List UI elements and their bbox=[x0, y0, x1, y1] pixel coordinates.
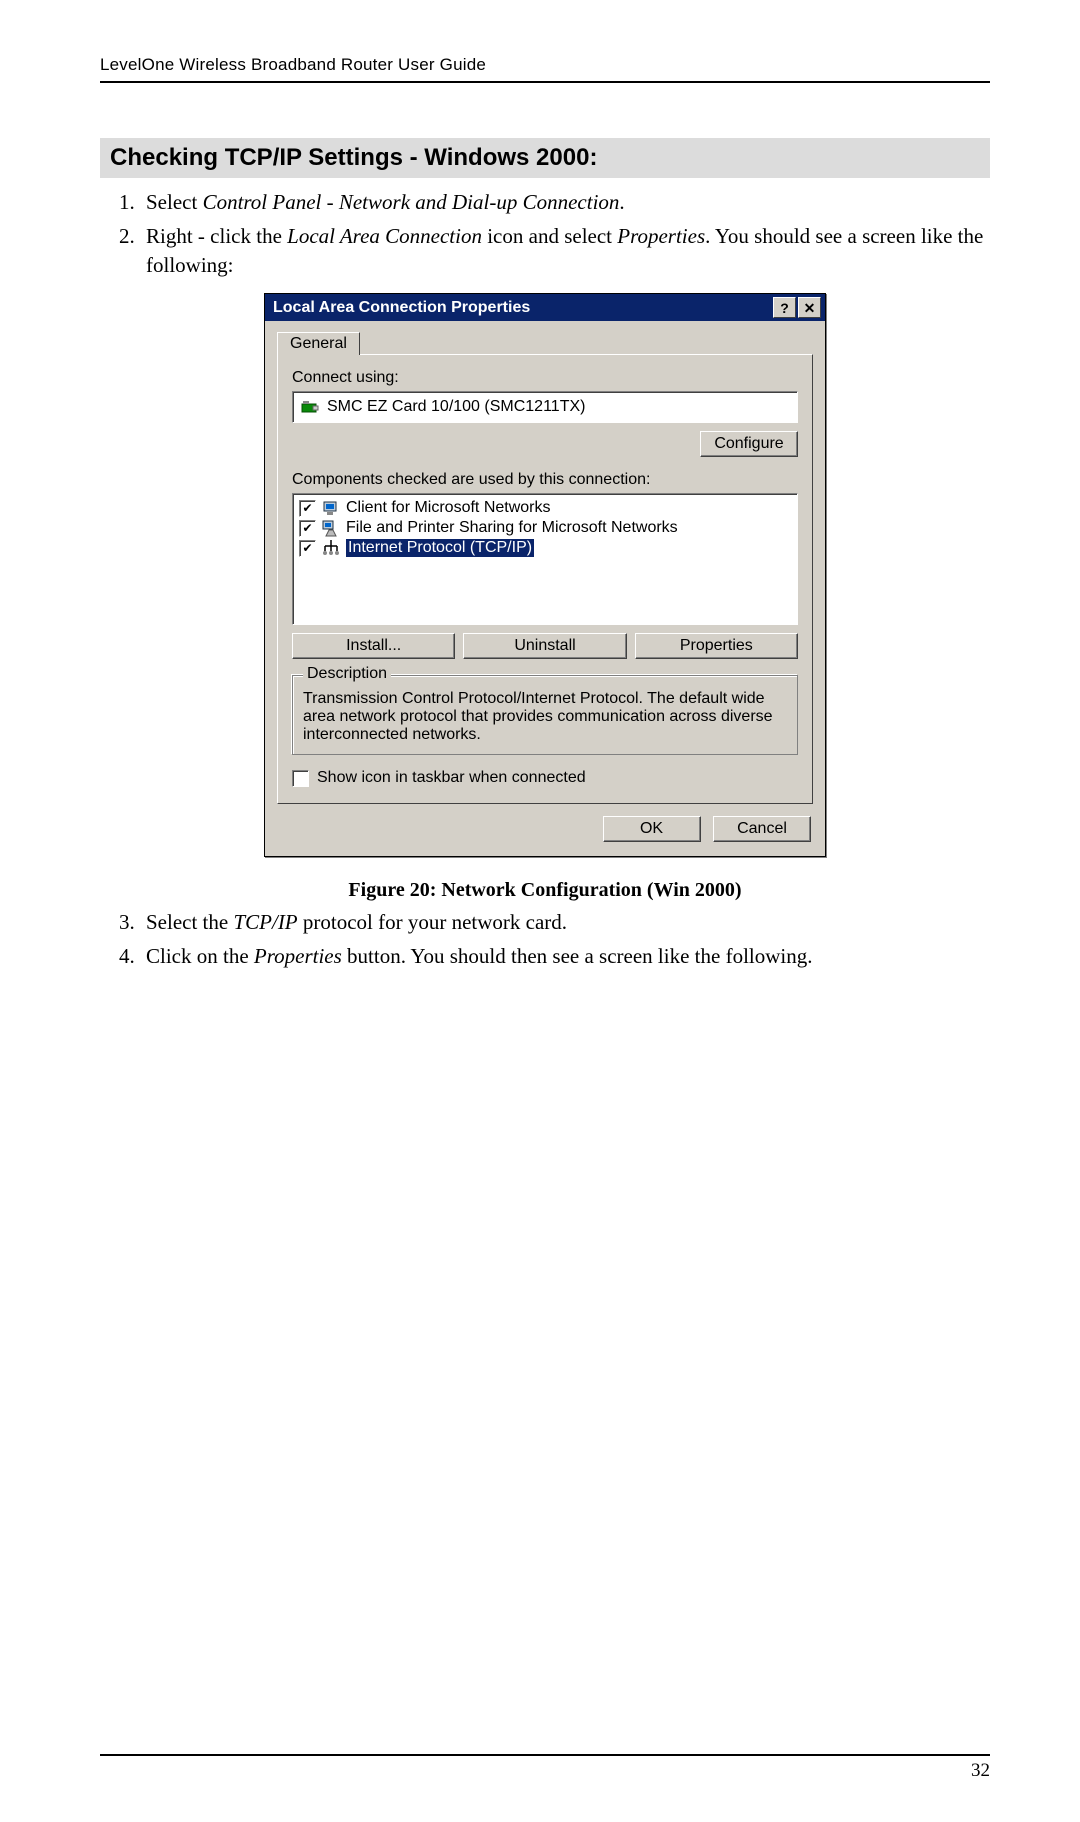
adapter-field[interactable]: SMC EZ Card 10/100 (SMC1211TX) bbox=[292, 391, 798, 423]
list-item: Right - click the Local Area Connection … bbox=[140, 222, 990, 279]
install-button[interactable]: Install... bbox=[292, 633, 455, 659]
components-listbox[interactable]: Client for Microsoft Networks File and P… bbox=[292, 493, 798, 625]
properties-button[interactable]: Properties bbox=[635, 633, 798, 659]
close-button[interactable]: ✕ bbox=[798, 297, 821, 318]
text: Select the bbox=[146, 910, 233, 934]
text: Right - click the bbox=[146, 224, 287, 248]
taskbar-checkbox[interactable] bbox=[292, 770, 309, 787]
page-header: LevelOne Wireless Broadband Router User … bbox=[100, 55, 990, 75]
text-italic: TCP/IP bbox=[233, 910, 297, 934]
footer-rule bbox=[100, 1754, 990, 1756]
dialog-window: Local Area Connection Properties ? ✕ Gen… bbox=[264, 293, 826, 857]
text: Select bbox=[146, 190, 203, 214]
help-button[interactable]: ? bbox=[773, 297, 796, 318]
list-item[interactable]: Internet Protocol (TCP/IP) bbox=[299, 538, 791, 558]
text: protocol for your network card. bbox=[298, 910, 567, 934]
component-label: Client for Microsoft Networks bbox=[346, 499, 551, 517]
description-label: Description bbox=[303, 665, 391, 683]
uninstall-button[interactable]: Uninstall bbox=[463, 633, 626, 659]
text: . bbox=[619, 190, 624, 214]
ok-button[interactable]: OK bbox=[603, 816, 701, 842]
description-text: Transmission Control Protocol/Internet P… bbox=[303, 690, 787, 744]
description-groupbox: Description Transmission Control Protoco… bbox=[292, 675, 798, 755]
header-rule bbox=[100, 81, 990, 83]
page-number: 32 bbox=[100, 1760, 990, 1782]
list-item[interactable]: Client for Microsoft Networks bbox=[299, 498, 791, 518]
list-item[interactable]: File and Printer Sharing for Microsoft N… bbox=[299, 518, 791, 538]
close-icon: ✕ bbox=[804, 301, 816, 315]
client-icon bbox=[322, 499, 340, 517]
dialog-title: Local Area Connection Properties bbox=[269, 299, 771, 317]
components-label: Components checked are used by this conn… bbox=[292, 471, 798, 489]
list-item: Click on the Properties button. You shou… bbox=[140, 942, 990, 970]
adapter-name: SMC EZ Card 10/100 (SMC1211TX) bbox=[327, 398, 585, 416]
instruction-list-before: Select Control Panel - Network and Dial-… bbox=[100, 188, 990, 279]
sharing-icon bbox=[322, 519, 340, 537]
text-italic: Properties bbox=[617, 224, 705, 248]
network-card-icon bbox=[301, 399, 319, 415]
checkbox[interactable] bbox=[299, 520, 316, 537]
text-italic: Local Area Connection bbox=[287, 224, 482, 248]
tab-general[interactable]: General bbox=[277, 332, 360, 355]
list-item: Select the TCP/IP protocol for your netw… bbox=[140, 908, 990, 936]
instruction-list-after: Select the TCP/IP protocol for your netw… bbox=[100, 908, 990, 971]
checkbox[interactable] bbox=[299, 500, 316, 517]
section-title: Checking TCP/IP Settings - Windows 2000: bbox=[100, 138, 990, 178]
taskbar-label: Show icon in taskbar when connected bbox=[317, 769, 586, 787]
cancel-button[interactable]: Cancel bbox=[713, 816, 811, 842]
tab-pane: Connect using: SMC EZ Card 10/100 (SMC12… bbox=[277, 354, 813, 804]
list-item: Select Control Panel - Network and Dial-… bbox=[140, 188, 990, 216]
component-label: File and Printer Sharing for Microsoft N… bbox=[346, 519, 678, 537]
connect-using-label: Connect using: bbox=[292, 369, 798, 387]
figure-caption: Figure 20: Network Configuration (Win 20… bbox=[100, 879, 990, 902]
component-label-selected: Internet Protocol (TCP/IP) bbox=[346, 539, 534, 557]
text: icon and select bbox=[482, 224, 617, 248]
title-bar[interactable]: Local Area Connection Properties ? ✕ bbox=[265, 294, 825, 321]
text: Click on the bbox=[146, 944, 254, 968]
protocol-icon bbox=[322, 539, 340, 557]
text-italic: Control Panel - Network and Dial-up Conn… bbox=[203, 190, 620, 214]
text-italic: Properties bbox=[254, 944, 342, 968]
configure-button[interactable]: Configure bbox=[700, 431, 798, 457]
dialog-footer: OK Cancel bbox=[265, 816, 825, 856]
text: button. You should then see a screen lik… bbox=[342, 944, 813, 968]
checkbox[interactable] bbox=[299, 540, 316, 557]
